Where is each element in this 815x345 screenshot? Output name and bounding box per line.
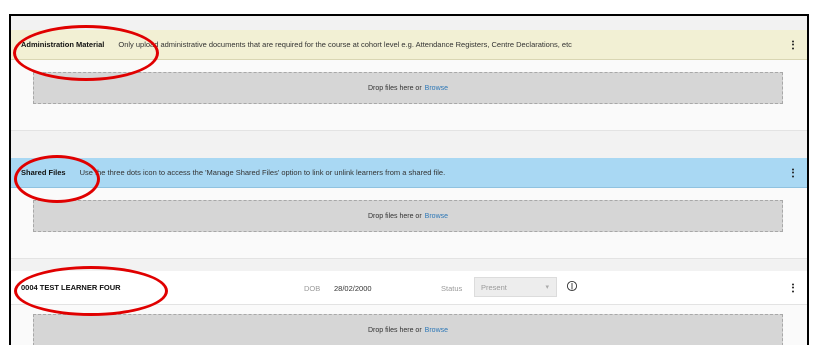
- admin-material-title: Administration Material: [21, 40, 105, 49]
- shared-files-title: Shared Files: [21, 168, 66, 177]
- admin-material-description: Only upload administrative documents tha…: [118, 40, 572, 49]
- shared-files-header: Shared Files Use the three dots icon to …: [11, 158, 807, 188]
- browse-link[interactable]: Browse: [425, 85, 448, 92]
- admin-material-header: Administration Material Only upload admi…: [11, 30, 807, 60]
- info-icon[interactable]: [566, 280, 578, 292]
- learner-dropzone[interactable]: Drop files here or Browse: [33, 314, 783, 345]
- status-select[interactable]: Present ▾: [474, 277, 557, 297]
- dropzone-text: Drop files here or: [367, 212, 422, 220]
- learner-name: 0004 TEST LEARNER FOUR: [21, 283, 121, 292]
- dropzone-text: Drop files here or: [367, 326, 422, 334]
- browse-link[interactable]: Browse: [425, 213, 448, 220]
- status-value: Present: [481, 282, 507, 292]
- dob-label: DOB: [304, 284, 321, 293]
- admin-dropzone[interactable]: Drop files here or Browse: [33, 72, 783, 104]
- shared-dropzone[interactable]: Drop files here or Browse: [33, 200, 783, 232]
- file-upload-panel: Administration Material Only upload admi…: [9, 14, 809, 345]
- kebab-menu-icon[interactable]: [792, 168, 795, 177]
- kebab-menu-icon[interactable]: [792, 40, 795, 49]
- chevron-down-icon: ▾: [545, 284, 549, 291]
- status-label: Status: [441, 284, 463, 293]
- kebab-menu-icon[interactable]: [792, 283, 795, 292]
- dob-value: 28/02/2000: [334, 284, 372, 293]
- shared-files-description: Use the three dots icon to access the 'M…: [79, 168, 446, 177]
- browse-link[interactable]: Browse: [425, 327, 448, 334]
- dropzone-text: Drop files here or: [367, 84, 422, 92]
- learner-row: 0004 TEST LEARNER FOUR DOB 28/02/2000 St…: [11, 271, 807, 305]
